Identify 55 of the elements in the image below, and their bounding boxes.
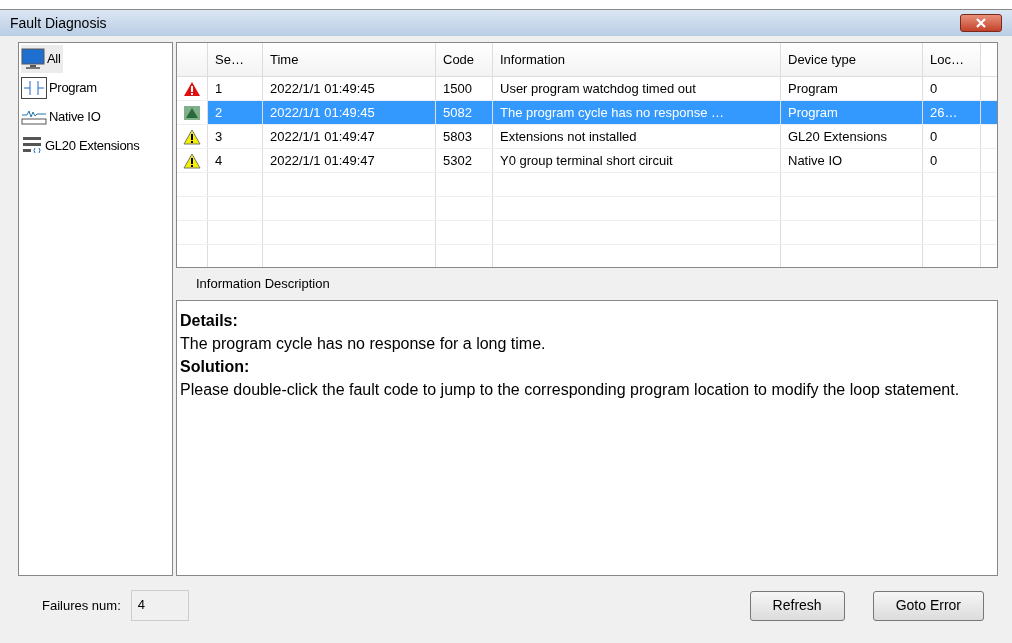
table-cell-text: 2022/1/1 01:49:45 bbox=[270, 103, 375, 122]
window-title: Fault Diagnosis bbox=[10, 13, 107, 33]
table-cell-text: 3 bbox=[215, 127, 223, 146]
column-header[interactable]: Se… bbox=[208, 43, 263, 76]
table-cell-text: 5082 bbox=[443, 103, 472, 122]
table-cell-text: 2022/1/1 01:49:45 bbox=[270, 79, 375, 98]
monitor-icon bbox=[21, 48, 45, 70]
close-button[interactable] bbox=[960, 14, 1002, 32]
warning-icon bbox=[183, 128, 201, 145]
table-cell-text: 0 bbox=[930, 79, 938, 98]
description-tab[interactable]: Information Description bbox=[196, 274, 330, 294]
failures-label: Failures num: bbox=[42, 596, 121, 615]
table-cell-text: Y0 group terminal short circuit bbox=[500, 151, 673, 170]
table-cell-text: Native IO bbox=[788, 151, 843, 170]
table-cell-text: GL20 Extensions bbox=[788, 127, 887, 146]
table-cell-text: Program bbox=[788, 103, 838, 122]
table-cell-text: 1500 bbox=[443, 79, 472, 98]
failures-field: 4 bbox=[130, 590, 189, 621]
table-cell-text: 2022/1/1 01:49:47 bbox=[270, 151, 375, 170]
column-header[interactable]: Device type bbox=[781, 43, 923, 76]
column-header[interactable]: Information bbox=[493, 43, 781, 76]
details-heading: Details: bbox=[180, 311, 239, 331]
table-cell-text: 2022/1/1 01:49:47 bbox=[270, 127, 375, 146]
waveform-icon bbox=[21, 108, 47, 126]
table-row[interactable]: 3 2022/1/1 01:49:47 5803 Extensions not installed GL20 Extensions 0 bbox=[177, 125, 997, 149]
category-item[interactable]: Native IO bbox=[21, 103, 103, 131]
table-cell-text: 0 bbox=[930, 151, 938, 170]
category-item[interactable]: All bbox=[21, 45, 63, 73]
column-header[interactable]: Time bbox=[263, 43, 436, 76]
contact-icon bbox=[21, 77, 47, 99]
table-cell-text: Extensions not installed bbox=[500, 127, 637, 146]
table-cell-text: 0 bbox=[930, 127, 938, 146]
details-text: The program cycle has no response for a long time. bbox=[180, 334, 547, 354]
table-cell-text: The program cycle has no response … bbox=[500, 103, 724, 122]
table-cell-text: 26… bbox=[930, 103, 958, 122]
category-item[interactable]: Program bbox=[21, 74, 99, 102]
close-icon bbox=[976, 18, 986, 28]
table-cell-text: Program bbox=[788, 79, 838, 98]
solution-text: Please double-click the fault code to jump to the corresponding program location to modify the loop statement. bbox=[180, 380, 961, 400]
info-icon bbox=[183, 104, 201, 121]
table-cell-text: 5302 bbox=[443, 151, 472, 170]
table-row[interactable]: 4 2022/1/1 01:49:47 5302 Y0 group terminal short circuit Native IO 0 bbox=[177, 149, 997, 173]
table-cell-text: User program watchdog timed out bbox=[500, 79, 696, 98]
error-icon bbox=[183, 80, 201, 97]
warning-icon bbox=[183, 152, 201, 169]
table-cell-text: 1 bbox=[215, 79, 223, 98]
column-header[interactable]: Loc… bbox=[923, 43, 981, 76]
table-cell-text: 5803 bbox=[443, 127, 472, 146]
column-header[interactable]: Code bbox=[436, 43, 493, 76]
category-item[interactable]: GL20 Extensions bbox=[21, 132, 142, 160]
table-cell-text: 2 bbox=[215, 103, 223, 122]
action-button[interactable]: Refresh bbox=[749, 590, 845, 621]
table-cell-text: 4 bbox=[215, 151, 223, 170]
solution-heading: Solution: bbox=[180, 357, 251, 377]
action-button[interactable]: Goto Error bbox=[872, 590, 984, 621]
